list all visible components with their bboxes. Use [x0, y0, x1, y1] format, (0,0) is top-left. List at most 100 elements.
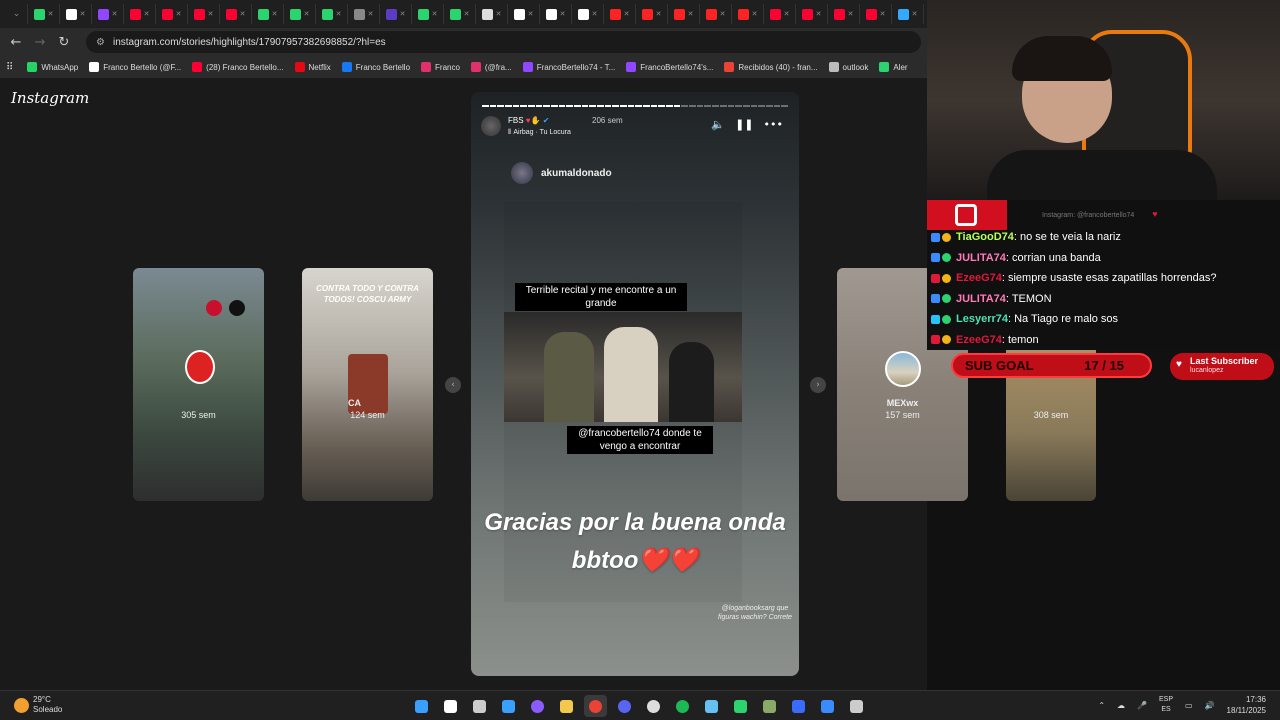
more-options-icon[interactable]: •••	[764, 118, 783, 131]
bookmark-item[interactable]: FrancoBertello74 - T...	[522, 62, 615, 72]
calculator-taskbar-icon[interactable]	[845, 695, 868, 717]
browser-tab[interactable]: ✕	[572, 4, 604, 24]
browser-tab[interactable]: ✕	[540, 4, 572, 24]
close-icon[interactable]: ✕	[400, 10, 406, 18]
task-view-taskbar-icon[interactable]	[468, 695, 491, 717]
bookmark-item[interactable]: (@fra...	[470, 62, 512, 72]
browser-tab[interactable]: ✕	[220, 4, 252, 24]
close-icon[interactable]: ✕	[784, 10, 790, 18]
back-button[interactable]: ←	[4, 35, 28, 50]
story-viewer[interactable]: FBS ♥✋ ✔ 206 sem ⦀ Airbag · Tu Locura 🔈 …	[471, 92, 799, 676]
browser-tab[interactable]: ✕	[60, 4, 92, 24]
close-icon[interactable]: ✕	[112, 10, 118, 18]
close-icon[interactable]: ✕	[80, 10, 86, 18]
browser-tab[interactable]: ✕	[828, 4, 860, 24]
browser-tab[interactable]: ✕	[156, 4, 188, 24]
browser-tab[interactable]: ✕	[668, 4, 700, 24]
reload-button[interactable]: ↻	[52, 35, 76, 50]
forward-button[interactable]: →	[28, 35, 52, 50]
prev-story-button[interactable]: ‹	[445, 377, 461, 393]
story-card[interactable]: 305 sem	[133, 268, 264, 501]
browser-tab[interactable]: ✕	[892, 4, 924, 24]
close-icon[interactable]: ✕	[464, 10, 470, 18]
app-tools-taskbar-icon[interactable]	[758, 695, 781, 717]
tab-list-button[interactable]: ⌄	[6, 4, 28, 24]
close-icon[interactable]: ✕	[496, 10, 502, 18]
bookmark-item[interactable]: (28) Franco Bertello...	[192, 62, 284, 72]
microphone-icon[interactable]: 🎤	[1137, 701, 1147, 710]
app-green-taskbar-icon[interactable]	[729, 695, 752, 717]
url-field[interactable]: ⚙ instagram.com/stories/highlights/17907…	[86, 31, 921, 53]
obs-taskbar-icon[interactable]	[642, 695, 665, 717]
chrome-taskbar-icon[interactable]	[584, 695, 607, 717]
story-card[interactable]: CONTRA TODO Y CONTRA TODOS! COSCU ARMY C…	[302, 268, 433, 501]
chevron-up-icon[interactable]: ⌃	[1098, 701, 1105, 710]
windows-start-taskbar-icon[interactable]	[410, 695, 433, 717]
bookmark-item[interactable]: FrancoBertello74's...	[626, 62, 713, 72]
story-mention[interactable]: @loganbooksarg que figuras wachin? Corre…	[715, 604, 795, 622]
close-icon[interactable]: ✕	[528, 10, 534, 18]
browser-tab[interactable]: ✕	[188, 4, 220, 24]
next-story-button[interactable]: ›	[810, 377, 826, 393]
close-icon[interactable]: ✕	[368, 10, 374, 18]
steam-taskbar-icon[interactable]	[700, 695, 723, 717]
pause-icon[interactable]: ❚❚	[735, 118, 753, 131]
weather-widget[interactable]: 29°C Soleado	[14, 695, 62, 715]
close-icon[interactable]: ✕	[176, 10, 182, 18]
browser-tab[interactable]: ✕	[508, 4, 540, 24]
language-indicator[interactable]: ESP ES	[1159, 695, 1173, 715]
file-explorer-taskbar-icon[interactable]	[555, 695, 578, 717]
close-icon[interactable]: ✕	[240, 10, 246, 18]
app-m-taskbar-icon[interactable]	[816, 695, 839, 717]
story-username[interactable]: FBS ♥✋ ✔	[508, 116, 549, 125]
volume-icon[interactable]: 🔊	[1205, 701, 1215, 710]
bookmark-item[interactable]: Franco	[421, 62, 460, 72]
close-icon[interactable]: ✕	[912, 10, 918, 18]
close-icon[interactable]: ✕	[720, 10, 726, 18]
browser-tab[interactable]: ✕	[284, 4, 316, 24]
close-icon[interactable]: ✕	[144, 10, 150, 18]
close-icon[interactable]: ✕	[48, 10, 54, 18]
volume-icon[interactable]: 🔈	[711, 118, 725, 131]
bookmark-item[interactable]: outlook	[828, 62, 868, 72]
spotify-taskbar-icon[interactable]	[671, 695, 694, 717]
network-icon[interactable]: ▭	[1185, 701, 1193, 710]
close-icon[interactable]: ✕	[304, 10, 310, 18]
browser-tab[interactable]: ✕	[700, 4, 732, 24]
cloud-icon[interactable]: ☁	[1117, 701, 1125, 710]
browser-tab[interactable]: ✕	[124, 4, 156, 24]
browser-tab[interactable]: ✕	[732, 4, 764, 24]
close-icon[interactable]: ✕	[560, 10, 566, 18]
bookmark-item[interactable]: Netflix	[294, 62, 331, 72]
browser-tab[interactable]: ✕	[636, 4, 668, 24]
browser-tab[interactable]: ✕	[604, 4, 636, 24]
browser-tab[interactable]: ✕	[28, 4, 60, 24]
browser-tab[interactable]: ✕	[92, 4, 124, 24]
repost-user[interactable]: akumaldonado	[511, 162, 612, 184]
browser-tab[interactable]: ✕	[764, 4, 796, 24]
bookmark-item[interactable]: Franco Bertello (@F...	[89, 62, 181, 72]
close-icon[interactable]: ✕	[688, 10, 694, 18]
cortana-taskbar-icon[interactable]	[526, 695, 549, 717]
store-taskbar-icon[interactable]	[497, 695, 520, 717]
browser-tab[interactable]: ✕	[476, 4, 508, 24]
bookmark-item[interactable]: Franco Bertello	[341, 62, 410, 72]
app-display-taskbar-icon[interactable]	[787, 695, 810, 717]
apps-grid-icon[interactable]: ⠿	[6, 62, 13, 73]
browser-tab[interactable]: ✕	[380, 4, 412, 24]
instagram-logo[interactable]: Instagram	[11, 89, 89, 107]
clock[interactable]: 17:36 18/11/2025	[1227, 694, 1266, 716]
close-icon[interactable]: ✕	[880, 10, 886, 18]
close-icon[interactable]: ✕	[656, 10, 662, 18]
close-icon[interactable]: ✕	[848, 10, 854, 18]
avatar[interactable]	[481, 116, 501, 136]
browser-tab[interactable]: ✕	[412, 4, 444, 24]
story-song[interactable]: ⦀ Airbag · Tu Locura	[508, 128, 571, 137]
close-icon[interactable]: ✕	[336, 10, 342, 18]
close-icon[interactable]: ✕	[208, 10, 214, 18]
search-taskbar-icon[interactable]	[439, 695, 462, 717]
bookmark-item[interactable]: Aler	[879, 62, 908, 72]
browser-tab[interactable]: ✕	[348, 4, 380, 24]
bookmark-item[interactable]: Recibidos (40) - fran...	[724, 62, 818, 72]
browser-tab[interactable]: ✕	[444, 4, 476, 24]
